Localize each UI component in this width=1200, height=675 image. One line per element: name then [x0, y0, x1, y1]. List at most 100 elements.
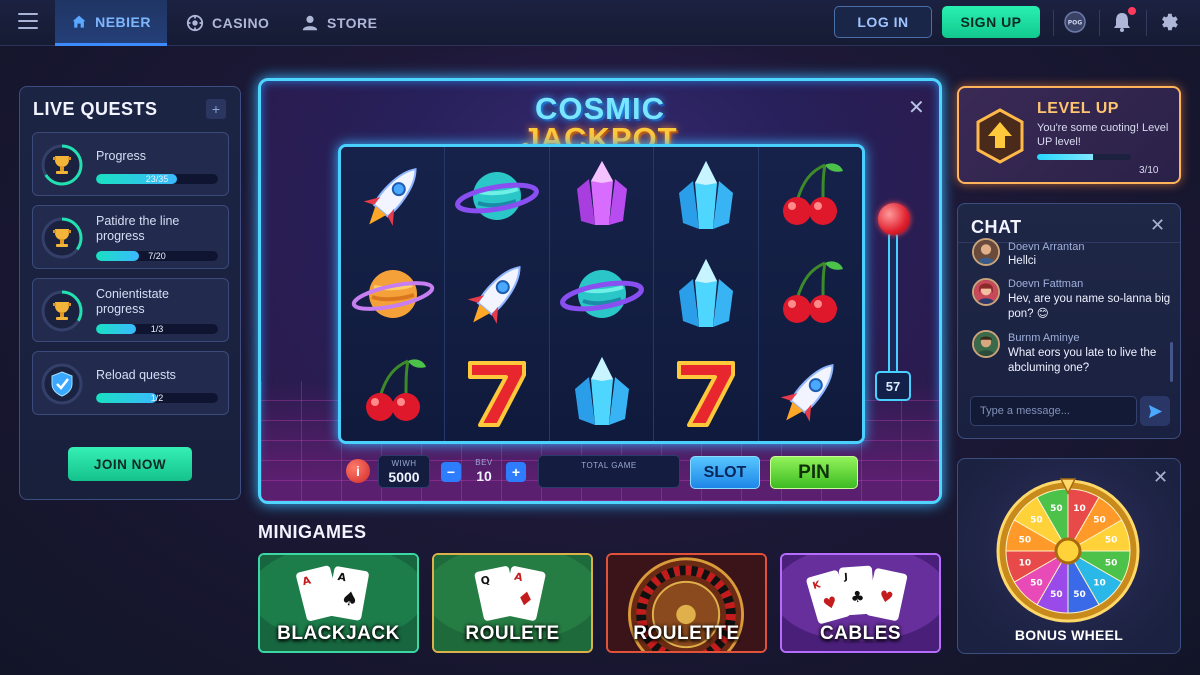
notification-dot — [1128, 7, 1136, 15]
reel-cell — [341, 343, 444, 441]
quests-title: LIVE QUESTS — [33, 99, 158, 119]
wheel-segment-label: 50 — [1050, 504, 1063, 514]
wheel-segment-label: 50 — [1019, 535, 1032, 545]
bet-decrease-button[interactable]: − — [441, 462, 461, 482]
planet-icon — [455, 172, 540, 220]
quest-card[interactable]: Reload quests 1/2 — [32, 351, 229, 415]
divider — [1099, 10, 1100, 36]
reel-cell — [341, 245, 444, 343]
chat-message: Hellci — [1008, 255, 1037, 267]
avatar — [972, 330, 1000, 358]
bet-display: BEV 10 — [464, 455, 504, 488]
minigame-label: BLACKJACK — [277, 623, 400, 644]
slot-button[interactable]: SLOT — [690, 456, 760, 489]
level-up-description: You're some cuoting! Level UP level! — [1037, 122, 1169, 148]
lever-counter: 57 — [875, 371, 911, 401]
reel-cell — [445, 245, 548, 343]
menu-icon[interactable] — [18, 13, 38, 31]
avatar-badge-icon[interactable]: POG — [1064, 11, 1086, 33]
svg-text:J: J — [843, 572, 848, 583]
chat-username: Burnm Aminye — [1008, 332, 1080, 344]
tab-casino[interactable]: CASINO — [186, 0, 269, 46]
join-now-button[interactable]: JOIN NOW — [68, 447, 192, 481]
info-icon[interactable]: i — [346, 459, 370, 483]
win-value: 5000 — [388, 469, 420, 485]
quest-card[interactable]: Patidre the line progress 7/20 — [32, 205, 229, 269]
reel-cell — [759, 147, 862, 245]
login-button[interactable]: LOG IN — [834, 6, 932, 38]
reel-cell — [654, 245, 757, 343]
pin-button[interactable]: PIN — [770, 456, 858, 489]
quest-name: Patidre the line progress — [96, 214, 180, 243]
quest-card[interactable]: Conientistate progress 1/3 — [32, 278, 229, 342]
bonus-wheel-panel: ✕ 10 50 50 50 10 50 50 50 10 50 50 50 BONUS WHEEL — [957, 458, 1181, 654]
bonus-wheel-label: BONUS WHEEL — [1014, 627, 1124, 643]
chat-username: Doevn Arrantan — [1008, 241, 1085, 253]
reel-cell — [445, 147, 548, 245]
bet-increase-button[interactable]: + — [506, 462, 526, 482]
avatar — [972, 278, 1000, 306]
quest-progress-value: 23/35 — [145, 174, 169, 184]
bet-label: BEV — [475, 458, 493, 467]
reel-cell — [550, 245, 653, 343]
reel — [445, 147, 550, 441]
tab-store-label: STORE — [327, 15, 378, 31]
quest-card[interactable]: Progress 23/35 — [32, 132, 229, 196]
live-quests-panel: LIVE QUESTS + Progress 23/35 Patidre the… — [19, 86, 241, 500]
lever-handle[interactable] — [878, 203, 910, 235]
total-display: TOTAL GAME — [538, 455, 680, 488]
minigame-card-roulete[interactable]: Q A ♦ ROULETE — [432, 553, 593, 653]
cherry-icon — [365, 359, 426, 421]
chat-message-input[interactable] — [970, 396, 1137, 426]
tab-store[interactable]: STORE — [301, 0, 377, 46]
wheel-segment-label: 50 — [1105, 559, 1118, 569]
level-progress-value: 3/10 — [1139, 165, 1159, 176]
chat-scrollbar[interactable] — [1170, 342, 1173, 382]
chat-panel: CHAT ✕ Doevn Arrantan Hellci Doevn Fattm… — [957, 203, 1181, 439]
crystal-icon — [678, 259, 733, 327]
chat-message: What eors you late to live the abcluming… — [1008, 347, 1157, 374]
avatar — [972, 238, 1000, 266]
crystal-icon — [678, 161, 733, 229]
quest-name: Reload quests — [96, 368, 176, 382]
wheel-segment-label: 10 — [1093, 579, 1106, 589]
close-icon[interactable]: ✕ — [1150, 215, 1165, 236]
top-nav-bar: NEBIER CASINO STORE LOG IN SIGN UP POG — [0, 0, 1200, 46]
wheel-segment-label: 50 — [1105, 535, 1118, 545]
minigame-card-roulette[interactable]: ROULETTE — [606, 553, 767, 653]
reel-cell — [654, 147, 757, 245]
tab-home[interactable]: NEBIER — [55, 0, 167, 46]
level-up-card[interactable]: LEVEL UP You're some cuoting! Level UP l… — [957, 86, 1181, 184]
chip-icon — [186, 14, 204, 32]
level-up-arrow-icon — [976, 108, 1024, 164]
rocket-icon — [780, 364, 834, 422]
wheel-segment-label: 50 — [1093, 515, 1106, 525]
minigame-card-blackjack[interactable]: A A ♠ BLACKJACK — [258, 553, 419, 653]
bonus-wheel[interactable]: 10 50 50 50 10 50 50 50 10 50 50 50 — [994, 477, 1142, 625]
send-button[interactable] — [1140, 396, 1170, 426]
svg-text:♣: ♣ — [850, 588, 865, 607]
reel-cell — [550, 343, 653, 441]
slot-reels[interactable] — [338, 144, 865, 444]
minigames-title: MINIGAMES — [258, 522, 367, 542]
gear-icon[interactable] — [1158, 11, 1180, 33]
minigame-card-cables[interactable]: K ♥ J ♣ ♥ CABLES — [780, 553, 941, 653]
close-icon[interactable]: ✕ — [1153, 467, 1168, 488]
saturn-icon — [351, 270, 434, 318]
slot-machine-panel: ✕ COSMIC JACKPOT 57 i WIWH 5000 − BEV 10… — [258, 78, 942, 504]
win-label: WIWH — [391, 459, 417, 468]
reel-cell — [759, 343, 862, 441]
signup-button[interactable]: SIGN UP — [942, 6, 1040, 38]
quest-progress-value: 7/20 — [148, 251, 166, 261]
level-progress-bar — [1037, 154, 1131, 160]
crystal-icon — [574, 357, 629, 425]
quest-progress-value: 1/2 — [150, 393, 164, 403]
avatar-badge-text: POG — [1068, 20, 1082, 27]
total-label: TOTAL GAME — [581, 461, 637, 470]
reel-cell — [654, 343, 757, 441]
divider — [1146, 10, 1147, 36]
rocket-icon — [363, 168, 417, 226]
wheel-segment-label: 50 — [1073, 590, 1086, 600]
lever-track[interactable] — [888, 231, 898, 381]
add-quest-button[interactable]: + — [206, 99, 226, 119]
